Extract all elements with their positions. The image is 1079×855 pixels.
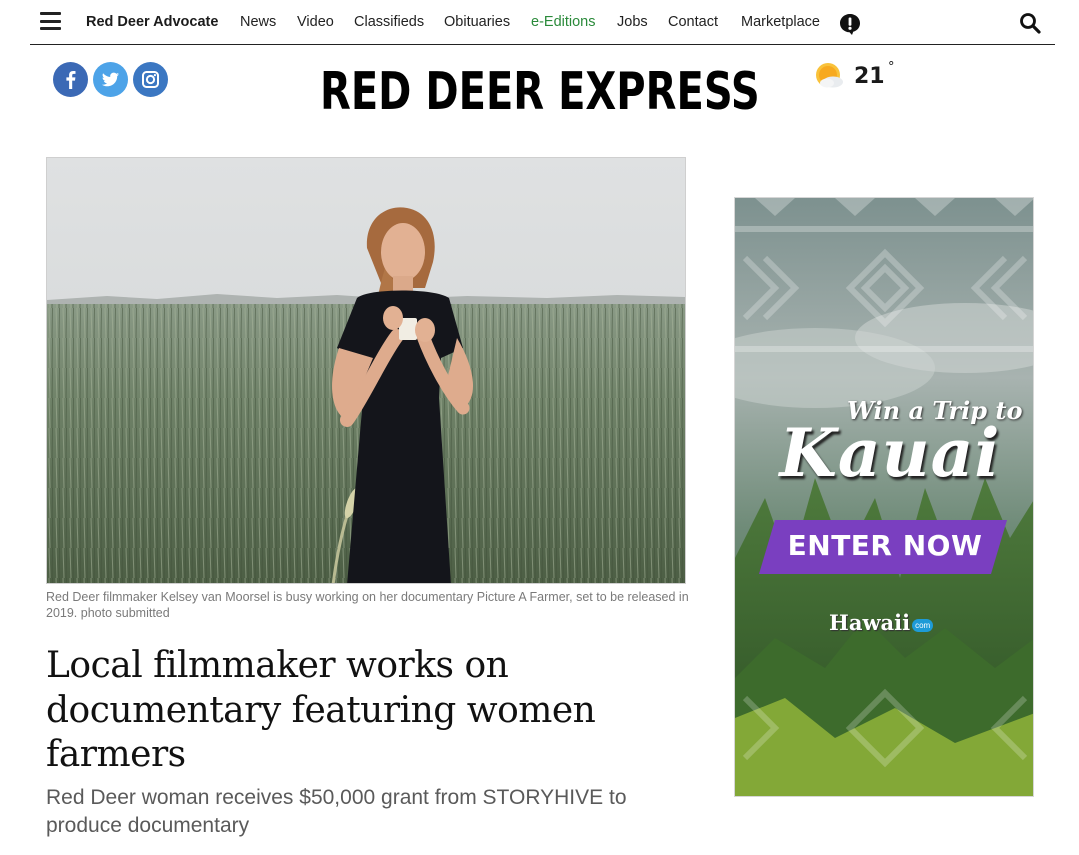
article-headline[interactable]: Local filmmaker works on documentary fea… — [46, 644, 666, 778]
nav-link-classifieds[interactable]: Classifieds — [354, 14, 424, 30]
temperature-value: 21 — [854, 64, 885, 89]
masthead-title: RED DEER EXPRESS — [320, 62, 760, 122]
degree-symbol: ° — [888, 60, 895, 75]
article-subheadline: Red Deer woman receives $50,000 grant fr… — [46, 786, 627, 837]
facebook-icon[interactable] — [53, 62, 88, 97]
kauai-advertisement[interactable]: Win a Trip to Kauai ENTER NOW Hawaii com — [734, 197, 1034, 797]
alert-icon[interactable] — [839, 13, 861, 35]
nav-link-e-editions[interactable]: e-Editions — [531, 14, 595, 30]
com-badge: com — [912, 619, 934, 633]
ad-destination: Kauai — [779, 414, 1001, 492]
nav-link-news[interactable]: News — [240, 14, 276, 30]
enter-now-button[interactable]: ENTER NOW — [775, 529, 995, 562]
photo-caption: Red Deer filmmaker Kelsey van Moorsel is… — [46, 590, 689, 620]
top-navigation-bar: Red Deer Advocate News Video Classifieds… — [30, 0, 1055, 45]
nav-link-jobs[interactable]: Jobs — [617, 14, 648, 30]
search-icon[interactable] — [1019, 12, 1041, 34]
instagram-icon[interactable] — [133, 62, 168, 97]
hamburger-menu-icon[interactable] — [40, 12, 61, 30]
nav-link-video[interactable]: Video — [297, 14, 334, 30]
masthead-logo[interactable]: RED DEER EXPRESS — [320, 55, 766, 130]
nav-link-obituaries[interactable]: Obituaries — [444, 14, 510, 30]
nav-link-contact[interactable]: Contact — [668, 14, 718, 30]
hawaii-com-logo: Hawaii com — [829, 610, 934, 635]
nav-link-marketplace[interactable]: Marketplace — [741, 14, 820, 30]
hawaii-sponsor-text: Hawaii — [829, 610, 911, 635]
partly-sunny-icon — [812, 60, 846, 94]
twitter-icon[interactable] — [93, 62, 128, 97]
article-photo[interactable] — [46, 157, 686, 584]
nav-brand-red-deer-advocate[interactable]: Red Deer Advocate — [86, 14, 218, 30]
